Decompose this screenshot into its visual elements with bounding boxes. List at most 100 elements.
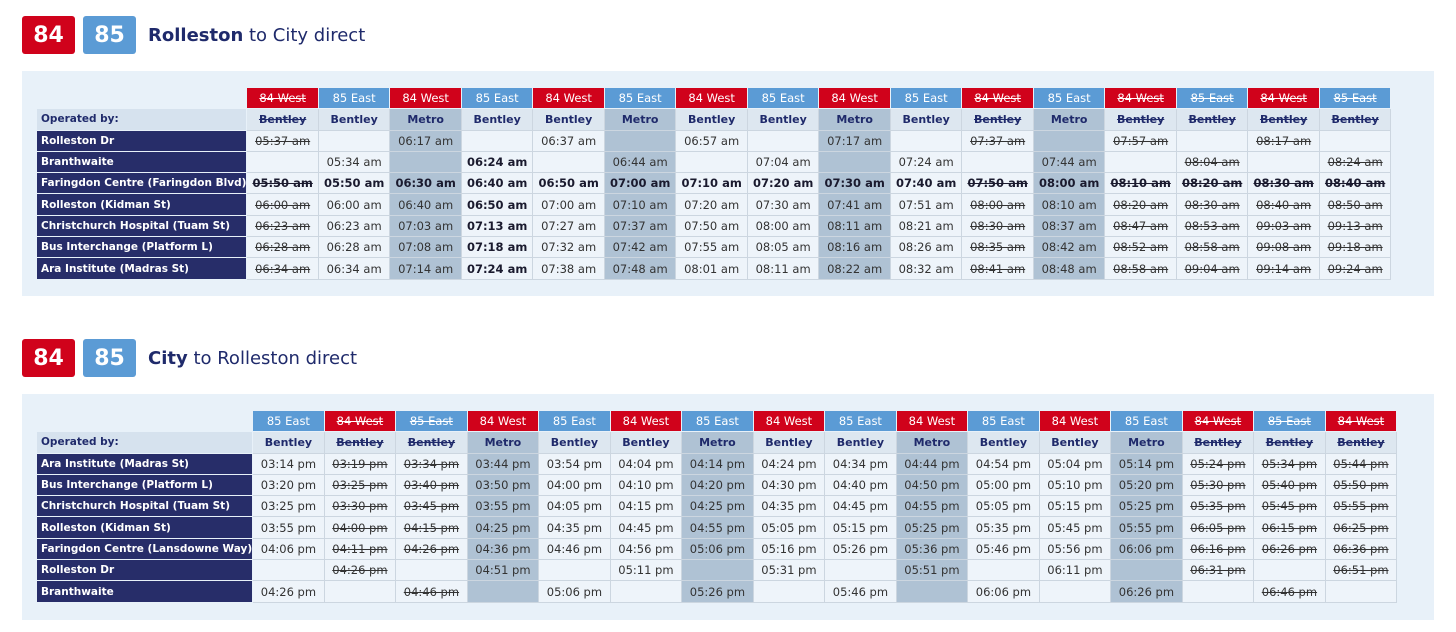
column-route-84-west[interactable]: 84 West — [1181, 409, 1255, 433]
departure-time: 06:25 pm — [1324, 516, 1398, 539]
departure-time — [1175, 129, 1249, 152]
header-spacer — [37, 88, 247, 109]
stop-name[interactable]: Branthwaite — [35, 580, 254, 603]
departure-time: 03:40 pm — [395, 473, 468, 497]
operator-cell: Bentley — [252, 431, 325, 454]
stop-name[interactable]: Rolleston (Kidman St) — [35, 516, 254, 539]
column-route-84-west[interactable]: 84 West — [1324, 409, 1398, 433]
route-title-origin: Rolleston — [148, 24, 244, 46]
column-route-85-east[interactable]: 85 East — [252, 409, 325, 433]
operator-cell: Bentley — [675, 108, 748, 131]
departure-time: 07:24 am — [889, 150, 963, 174]
column-route-84-west[interactable]: 84 West — [818, 86, 891, 110]
stop-name[interactable]: Christchurch Hospital (Tuam St) — [35, 214, 248, 238]
column-route-85-east[interactable]: 85 East — [967, 409, 1040, 433]
operator-cell: Metro — [818, 108, 891, 131]
route-title-rest: to Rolleston direct — [187, 347, 358, 369]
column-route-85-east[interactable]: 85 East — [1175, 86, 1249, 110]
operator-cell: Metro — [1110, 431, 1183, 454]
column-route-84-west[interactable]: 84 West — [389, 86, 462, 110]
departure-time: 08:30 am — [1175, 193, 1249, 216]
column-route-85-east[interactable]: 85 East — [1253, 409, 1326, 433]
column-route-84-west[interactable]: 84 West — [895, 409, 969, 433]
departure-time — [1247, 150, 1320, 174]
departure-time: 08:20 am — [1175, 172, 1249, 195]
route-badge-84[interactable]: 84 — [22, 339, 75, 377]
stop-name[interactable]: Ara Institute (Madras St) — [35, 452, 254, 475]
operated-by-label: Operated by: — [35, 108, 248, 131]
operator-cell: Bentley — [1038, 431, 1112, 454]
column-route-84-west[interactable]: 84 West — [675, 86, 748, 110]
column-route-85-east[interactable]: 85 East — [889, 86, 963, 110]
column-route-84-west[interactable]: 84 West — [961, 86, 1034, 110]
column-route-85-east[interactable]: 85 East — [395, 409, 468, 433]
column-route-84-west[interactable]: 84 West — [752, 409, 826, 433]
departure-time: 08:11 am — [746, 257, 820, 280]
departure-time: 07:08 am — [389, 236, 462, 259]
departure-time: 06:26 pm — [1110, 580, 1183, 603]
column-route-85-east[interactable]: 85 East — [538, 409, 611, 433]
column-route-85-east[interactable]: 85 East — [1032, 86, 1106, 110]
operator-cell: Bentley — [1181, 431, 1255, 454]
departure-time: 05:30 pm — [1181, 473, 1255, 497]
departure-time: 04:15 pm — [609, 495, 683, 518]
departure-time — [1032, 129, 1106, 152]
departure-time: 03:50 pm — [466, 473, 540, 497]
stop-name[interactable]: Branthwaite — [35, 150, 248, 174]
stop-name[interactable]: Christchurch Hospital (Tuam St) — [35, 495, 254, 518]
stop-name[interactable]: Rolleston (Kidman St) — [35, 193, 248, 216]
column-route-84-west[interactable]: 84 West — [323, 409, 397, 433]
route-badge-85[interactable]: 85 — [83, 339, 136, 377]
departure-time: 08:10 am — [1032, 193, 1106, 216]
departure-time: 06:00 am — [317, 193, 391, 216]
departure-time: 06:50 am — [460, 193, 534, 216]
column-route-84-west[interactable]: 84 West — [1247, 86, 1320, 110]
route-badge-84[interactable]: 84 — [22, 16, 75, 54]
departure-time: 04:04 pm — [609, 452, 683, 475]
departure-time: 08:17 am — [1247, 129, 1320, 152]
departure-time: 08:00 am — [746, 214, 820, 238]
departure-time: 07:30 am — [818, 172, 891, 195]
departure-time: 06:57 am — [675, 129, 748, 152]
departure-time: 08:00 am — [1032, 172, 1106, 195]
column-route-85-east[interactable]: 85 East — [317, 86, 391, 110]
stop-name[interactable]: Faringdon Centre (Lansdowne Way) — [35, 537, 254, 561]
operator-cell: Bentley — [889, 108, 963, 131]
stop-name[interactable]: Rolleston Dr — [35, 129, 248, 152]
column-route-85-east[interactable]: 85 East — [1318, 86, 1392, 110]
column-route-84-west[interactable]: 84 West — [1038, 409, 1112, 433]
timetable-row: Bus Interchange (Platform L) 03:20 pm 03:2… — [35, 473, 1398, 497]
column-route-85-east[interactable]: 85 East — [603, 86, 677, 110]
operator-cell: Bentley — [1104, 108, 1177, 131]
departure-time: 07:50 am — [961, 172, 1034, 195]
route-header-row: 85 East 84 West 85 East 84 West 85 East 84 We… — [37, 409, 1398, 433]
route-badge-85[interactable]: 85 — [83, 16, 136, 54]
column-route-84-west[interactable]: 84 West — [609, 409, 683, 433]
operator-cell: Bentley — [746, 108, 820, 131]
column-route-84-west[interactable]: 84 West — [246, 86, 319, 110]
departure-time: 04:45 pm — [609, 516, 683, 539]
stop-name[interactable]: Bus Interchange (Platform L) — [35, 473, 254, 497]
stop-name[interactable]: Rolleston Dr — [35, 559, 254, 582]
departure-time: 03:14 pm — [252, 452, 325, 475]
stop-name[interactable]: Ara Institute (Madras St) — [35, 257, 248, 280]
departure-time: 03:25 pm — [323, 473, 397, 497]
column-route-84-west[interactable]: 84 West — [466, 409, 540, 433]
stop-name[interactable]: Bus Interchange (Platform L) — [35, 236, 248, 259]
operator-cell: Metro — [681, 431, 754, 454]
stop-name[interactable]: Faringdon Centre (Faringdon Blvd) — [35, 172, 248, 195]
column-route-85-east[interactable]: 85 East — [460, 86, 534, 110]
column-route-85-east[interactable]: 85 East — [681, 409, 754, 433]
column-route-85-east[interactable]: 85 East — [1110, 409, 1183, 433]
departure-time: 04:05 pm — [538, 495, 611, 518]
timetable-row: Christchurch Hospital (Tuam St) 03:25 pm 0… — [35, 495, 1398, 518]
departure-time: 05:45 pm — [1038, 516, 1112, 539]
column-route-85-east[interactable]: 85 East — [824, 409, 897, 433]
departure-time: 07:40 am — [889, 172, 963, 195]
column-route-85-east[interactable]: 85 East — [746, 86, 820, 110]
column-route-84-west[interactable]: 84 West — [532, 86, 605, 110]
route-header: 84 85 Rolleston to City direct — [22, 15, 365, 55]
operator-cell: Metro — [603, 108, 677, 131]
operator-cell: Bentley — [609, 431, 683, 454]
column-route-84-west[interactable]: 84 West — [1104, 86, 1177, 110]
